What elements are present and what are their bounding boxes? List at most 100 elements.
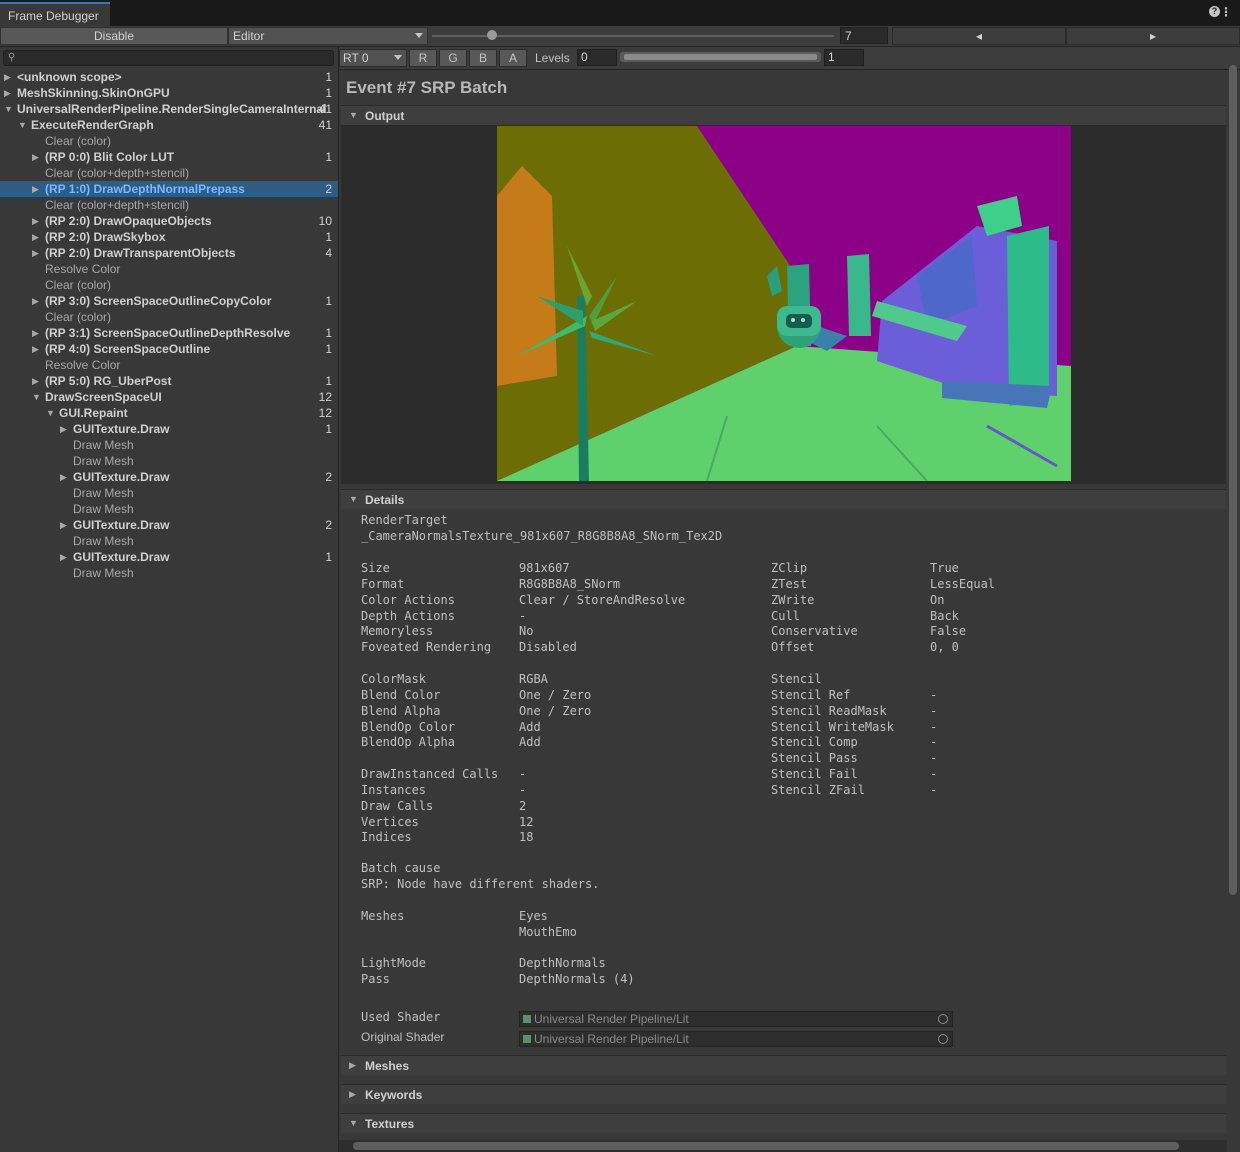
- tree-row[interactable]: ▶ GUITexture.Draw 2: [0, 469, 338, 485]
- help-icon[interactable]: ?: [1209, 6, 1220, 17]
- collapsed-triangle-icon[interactable]: ▶: [32, 149, 39, 165]
- tree-row-label: (RP 2:0) DrawOpaqueObjects: [45, 214, 212, 228]
- event-index-field[interactable]: 7: [840, 27, 888, 44]
- levels-min-field[interactable]: 0: [577, 49, 617, 66]
- expanded-triangle-icon[interactable]: ▼: [32, 389, 41, 405]
- detail-value: -: [930, 703, 938, 718]
- tree-row[interactable]: ▼ GUI.Repaint 12: [0, 405, 338, 421]
- tree-row[interactable]: ▼ ExecuteRenderGraph 41: [0, 117, 338, 133]
- levels-max-field[interactable]: 1: [824, 49, 864, 66]
- detail-label: BlendOp Color: [361, 719, 455, 734]
- used-shader-field[interactable]: Universal Render Pipeline/Lit: [519, 1011, 953, 1027]
- collapsed-triangle-icon[interactable]: ▶: [32, 325, 39, 341]
- tree-row[interactable]: ▼ UniversalRenderPipeline.RenderSingleCam…: [0, 101, 338, 117]
- tree-row[interactable]: Resolve Color: [0, 357, 338, 373]
- used-shader-label: Used Shader: [361, 1010, 441, 1024]
- collapsed-triangle-icon[interactable]: ▶: [32, 293, 39, 309]
- vertical-scrollbar[interactable]: [1228, 51, 1238, 1131]
- collapsed-triangle-icon[interactable]: ▶: [32, 229, 39, 245]
- search-input[interactable]: ⚲: [3, 50, 334, 66]
- tree-row[interactable]: ▶ (RP 3:0) ScreenSpaceOutlineCopyColor 1: [0, 293, 338, 309]
- previous-event-button[interactable]: ◂: [892, 27, 1066, 45]
- meshes-section-header[interactable]: ▶ Meshes: [341, 1055, 1226, 1075]
- scrollbar-thumb[interactable]: [353, 1142, 1179, 1150]
- detail-value: RGBA: [519, 671, 548, 686]
- tree-row[interactable]: Clear (color): [0, 133, 338, 149]
- channel-b-button[interactable]: B: [469, 49, 497, 67]
- scrollbar-thumb[interactable]: [1229, 65, 1237, 895]
- tree-row[interactable]: ▶ (RP 3:1) ScreenSpaceOutlineDepthResolve…: [0, 325, 338, 341]
- tree-row-count: 12: [318, 390, 332, 404]
- collapsed-triangle-icon[interactable]: ▶: [60, 517, 67, 533]
- channel-r-button[interactable]: R: [409, 49, 437, 67]
- channel-g-button[interactable]: G: [439, 49, 467, 67]
- tree-row[interactable]: ▶ (RP 2:0) DrawTransparentObjects 4: [0, 245, 338, 261]
- frame-debugger-tab[interactable]: Frame Debugger: [0, 2, 110, 26]
- collapsed-triangle-icon[interactable]: ▶: [60, 469, 67, 485]
- event-slider-thumb[interactable]: [487, 30, 497, 40]
- tree-row[interactable]: ▶ <unknown scope> 1: [0, 69, 338, 85]
- tree-row[interactable]: Draw Mesh: [0, 565, 338, 581]
- tree-row[interactable]: Clear (color+depth+stencil): [0, 197, 338, 213]
- details-content: RenderTarget _CameraNormalsTexture_981x6…: [341, 507, 1226, 1051]
- tree-row[interactable]: Draw Mesh: [0, 453, 338, 469]
- tree-row[interactable]: ▶ GUITexture.Draw 1: [0, 549, 338, 565]
- tree-row[interactable]: Clear (color+depth+stencil): [0, 165, 338, 181]
- tree-row-count: 1: [325, 86, 332, 100]
- object-picker-icon[interactable]: [938, 1034, 948, 1044]
- channel-a-button[interactable]: A: [499, 49, 527, 67]
- keywords-section-header[interactable]: ▶ Keywords: [341, 1084, 1226, 1104]
- collapsed-triangle-icon[interactable]: ▶: [32, 373, 39, 389]
- collapsed-triangle-icon[interactable]: ▶: [32, 181, 39, 197]
- tree-row[interactable]: ▶ (RP 1:0) DrawDepthNormalPrepass 2: [0, 181, 338, 197]
- horizontal-scrollbar[interactable]: [339, 1140, 1227, 1152]
- original-shader-field[interactable]: Universal Render Pipeline/Lit: [519, 1031, 953, 1047]
- collapsed-triangle-icon[interactable]: ▶: [32, 341, 39, 357]
- tree-row[interactable]: ▶ (RP 0:0) Blit Color LUT 1: [0, 149, 338, 165]
- tree-row[interactable]: ▶ GUITexture.Draw 2: [0, 517, 338, 533]
- levels-label: Levels: [535, 51, 570, 65]
- tree-row[interactable]: Clear (color): [0, 277, 338, 293]
- textures-section-header[interactable]: ▼ Textures: [341, 1113, 1226, 1133]
- levels-range-fill[interactable]: [624, 54, 817, 60]
- details-section-header[interactable]: ▼ Details: [341, 489, 1226, 509]
- tree-row-label: Draw Mesh: [73, 534, 134, 548]
- output-section-header[interactable]: ▼ Output: [341, 105, 1226, 125]
- tree-row[interactable]: Draw Mesh: [0, 485, 338, 501]
- detail-label: Instances: [361, 782, 427, 797]
- collapsed-triangle-icon[interactable]: ▶: [60, 549, 67, 565]
- tree-row[interactable]: Draw Mesh: [0, 533, 338, 549]
- more-options-icon[interactable]: ⋮: [1220, 5, 1232, 19]
- tree-row[interactable]: Clear (color): [0, 309, 338, 325]
- render-target-dropdown[interactable]: RT 0: [339, 49, 407, 67]
- tree-row[interactable]: ▶ GUITexture.Draw 1: [0, 421, 338, 437]
- tree-row[interactable]: ▶ (RP 5:0) RG_UberPost 1: [0, 373, 338, 389]
- detail-label: Stencil Pass: [771, 751, 858, 766]
- levels-range-slider[interactable]: [620, 52, 821, 62]
- next-event-button[interactable]: ▸: [1066, 27, 1240, 45]
- tree-row[interactable]: ▶ (RP 2:0) DrawSkybox 1: [0, 229, 338, 245]
- tree-row[interactable]: ▶ MeshSkinning.SkinOnGPU 1: [0, 85, 338, 101]
- disable-button[interactable]: Disable: [0, 27, 228, 45]
- tree-row[interactable]: ▶ (RP 2:0) DrawOpaqueObjects 10: [0, 213, 338, 229]
- collapsed-triangle-icon[interactable]: ▶: [60, 421, 67, 437]
- tree-row[interactable]: ▼ DrawScreenSpaceUI 12: [0, 389, 338, 405]
- tree-row-label: Draw Mesh: [73, 502, 134, 516]
- detail-value: 0, 0: [930, 640, 959, 655]
- tree-row[interactable]: Draw Mesh: [0, 501, 338, 517]
- output-preview: [341, 125, 1226, 484]
- collapsed-triangle-icon[interactable]: ▶: [4, 85, 11, 101]
- tree-row[interactable]: Draw Mesh: [0, 437, 338, 453]
- target-dropdown[interactable]: Editor: [228, 27, 428, 45]
- collapsed-triangle-icon[interactable]: ▶: [4, 69, 11, 85]
- expanded-triangle-icon[interactable]: ▼: [18, 117, 27, 133]
- tree-row[interactable]: ▶ (RP 4:0) ScreenSpaceOutline 1: [0, 341, 338, 357]
- expanded-triangle-icon[interactable]: ▼: [46, 405, 55, 421]
- tree-row-label: (RP 3:0) ScreenSpaceOutlineCopyColor: [45, 294, 272, 308]
- collapsed-triangle-icon[interactable]: ▶: [32, 245, 39, 261]
- expanded-triangle-icon[interactable]: ▼: [4, 101, 13, 117]
- object-picker-icon[interactable]: [938, 1014, 948, 1024]
- tree-row[interactable]: Resolve Color: [0, 261, 338, 277]
- render-target-label: RT 0: [343, 51, 369, 65]
- collapsed-triangle-icon[interactable]: ▶: [32, 213, 39, 229]
